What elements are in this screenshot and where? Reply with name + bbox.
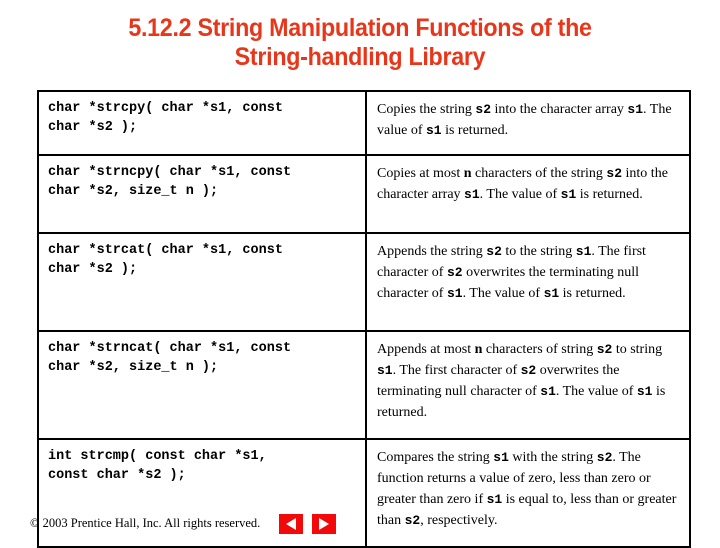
code-identifier: s1 [377,363,393,378]
function-prototype-cell: char *strncat( char *s1, const char *s2,… [37,330,367,440]
code-identifier: s2 [486,244,502,259]
triangle-right-icon [319,518,329,530]
description-fragment: is returned. [576,187,643,202]
code-identifier: s1 [543,286,560,301]
triangle-left-icon [286,518,296,530]
code-identifier: s2 [596,450,613,465]
function-prototype-cell: char *strcat( char *s1, const char *s2 )… [37,232,367,332]
description-fragment: . The value of [555,384,637,399]
function-prototype-cell: char *strncpy( char *s1, const char *s2,… [37,154,367,234]
function-description-text: Compares the string s1 with the string s… [367,440,689,546]
table-row: char *strncpy( char *s1, const char *s2,… [37,154,691,234]
function-description-cell: Appends at most n characters of string s… [365,330,691,440]
code-identifier: s2 [475,102,491,117]
code-identifier: s1 [486,492,503,507]
table-row: char *strcat( char *s1, const char *s2 )… [37,232,691,332]
description-fragment: is returned. [559,286,626,301]
code-identifier: s2 [404,513,421,528]
code-identifier: s1 [560,187,577,202]
description-fragment: Compares the string [377,450,494,465]
function-prototype-text: char *strcat( char *s1, const char *s2 )… [48,243,283,277]
code-identifier: s1 [493,450,509,465]
description-fragment: characters of string [482,342,597,357]
previous-slide-button[interactable] [279,514,303,534]
function-prototype-cell: char *strcpy( char *s1, const char *s2 )… [37,90,367,156]
description-fragment: , respectively. [420,513,498,528]
function-description-cell: Compares the string s1 with the string s… [365,438,691,548]
description-fragment: to the string [501,244,576,259]
function-description-cell: Copies the string s2 into the character … [365,90,691,156]
function-description-cell: Copies at most n characters of the strin… [365,154,691,234]
description-fragment: Copies at most [377,166,464,181]
description-fragment: to string [612,342,663,357]
code-identifier: s1 [446,286,463,301]
page-title-line-2: String-handling Library [234,43,486,71]
function-prototype-text: char *strncat( char *s1, const char *s2,… [48,341,292,375]
emphasis-text: n [463,166,472,181]
function-prototype-text: char *strncpy( char *s1, const char *s2,… [48,165,292,199]
function-description-text: Appends at most n characters of string s… [367,332,689,438]
code-identifier: s1 [627,102,644,117]
function-prototype-text: char *strcpy( char *s1, const char *s2 )… [48,101,283,135]
description-fragment: into the character array [491,102,628,117]
code-identifier: s1 [464,187,480,202]
description-fragment: is returned. [441,123,509,138]
function-description-text: Copies the string s2 into the character … [367,92,689,154]
description-fragment: characters of the string [471,166,607,181]
code-identifier: s2 [606,166,623,181]
string-functions-table: char *strcpy( char *s1, const char *s2 )… [37,90,691,548]
description-fragment: . The value of [479,187,561,202]
slide-navigation [279,514,336,534]
code-identifier: s1 [540,384,556,399]
code-identifier: s1 [575,244,592,259]
code-identifier: s1 [636,384,653,399]
function-description-text: Appends the string s2 to the string s1. … [367,234,689,330]
function-description-cell: Appends the string s2 to the string s1. … [365,232,691,332]
code-identifier: s2 [520,363,537,378]
code-identifier: s2 [446,265,463,280]
table-body: char *strcpy( char *s1, const char *s2 )… [37,90,691,548]
table-row: char *strncat( char *s1, const char *s2,… [37,330,691,440]
copyright-notice: © 2003 Prentice Hall, Inc. All rights re… [30,516,261,530]
code-identifier: s1 [425,123,442,138]
description-fragment: Appends at most [377,342,475,357]
description-fragment: . The value of [462,286,544,301]
next-slide-button[interactable] [312,514,336,534]
page-title-line-1: 5.12.2 String Manipulation Functions of … [128,14,592,42]
table-row: char *strcpy( char *s1, const char *s2 )… [37,90,691,156]
description-fragment: with the string [508,450,597,465]
description-fragment: Copies the string [377,102,476,117]
code-identifier: s2 [596,342,613,357]
description-fragment: . The first character of [392,363,521,378]
function-description-text: Copies at most n characters of the strin… [367,156,689,232]
page-title: 5.12.2 String Manipulation Functions of … [25,14,695,72]
description-fragment: Appends the string [377,244,487,259]
